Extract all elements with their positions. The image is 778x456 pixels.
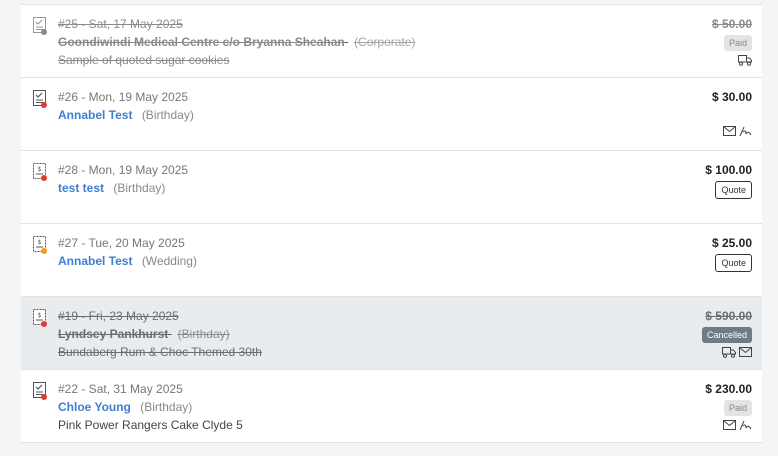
status-badge: Paid [723,35,752,51]
customer-name[interactable]: Chloe Young [58,400,131,414]
order-amount: $ 590.00 [705,309,752,323]
order-row[interactable]: #22 - Sat, 31 May 2025 Chloe Young (Birt… [21,370,762,443]
customer-name[interactable]: Annabel Test [58,254,132,268]
order-date: #25 - Sat, 17 May 2025 [58,17,183,31]
order-amount: $ 50.00 [711,17,752,31]
order-row[interactable]: #25 - Sat, 17 May 2025 Goondiwindi Medic… [21,5,762,78]
quote-badge[interactable]: Quote [715,254,752,272]
occasion-label: (Birthday) [141,108,194,122]
order-amount: $ 30.00 [711,90,752,104]
occasion-label: (Corporate) [354,35,416,49]
order-description: Pink Power Rangers Cake Clyde 5 [58,418,243,432]
invoice-icon [33,382,47,400]
order-date: #27 - Tue, 20 May 2025 [58,236,185,250]
order-date: #28 - Mon, 19 May 2025 [58,163,189,177]
signature-icon [739,126,752,137]
invoice-paid-icon [33,17,47,35]
order-date: #22 - Sat, 31 May 2025 [58,382,183,396]
invoice-icon [33,90,47,108]
delivery-truck-icon [722,347,736,358]
occasion-label: (Birthday) [140,400,193,414]
order-amount: $ 230.00 [705,382,752,396]
orders-list: #25 - Sat, 17 May 2025 Goondiwindi Medic… [21,4,762,443]
order-date: #19 - Fri, 23 May 2025 [58,309,179,323]
svg-text:$: $ [38,312,42,319]
customer-name[interactable]: Goondiwindi Medical Centre c/o Bryanna S… [58,35,345,49]
order-row[interactable]: #26 - Mon, 19 May 2025 Annabel Test (Bir… [21,78,762,151]
occasion-label: (Birthday) [113,181,166,195]
quote-doc-icon: $ [33,236,47,254]
order-date: #26 - Mon, 19 May 2025 [58,90,189,104]
occasion-label: (Wedding) [141,254,197,268]
order-description: Bundaberg Rum & Choc Themed 30th [58,345,262,359]
customer-name[interactable]: test test [58,181,104,195]
quote-badge[interactable]: Quote [715,181,752,199]
order-row[interactable]: $ #19 - Fri, 23 May 2025 Lyndsey Pankhur… [21,297,762,370]
customer-name[interactable]: Lyndsey Pankhurst [58,327,168,341]
svg-text:$: $ [38,166,42,173]
envelope-icon [723,420,736,430]
envelope-icon [739,347,752,357]
delivery-truck-icon [738,55,752,66]
order-description: Sample of quoted sugar cookies [58,53,230,67]
status-badge: Paid [723,400,752,416]
envelope-icon [723,126,736,136]
quote-doc-icon: $ [33,163,47,181]
occasion-label: (Birthday) [177,327,230,341]
order-row[interactable]: $ #28 - Mon, 19 May 2025 test test (Birt… [21,151,762,224]
signature-icon [739,420,752,431]
order-amount: $ 25.00 [711,236,752,250]
quote-doc-icon: $ [33,309,47,327]
customer-name[interactable]: Annabel Test [58,108,132,122]
order-amount: $ 100.00 [705,163,752,177]
status-badge: Cancelled [701,327,752,343]
order-row[interactable]: $ #27 - Tue, 20 May 2025 Annabel Test (W… [21,224,762,297]
svg-text:$: $ [38,239,42,246]
